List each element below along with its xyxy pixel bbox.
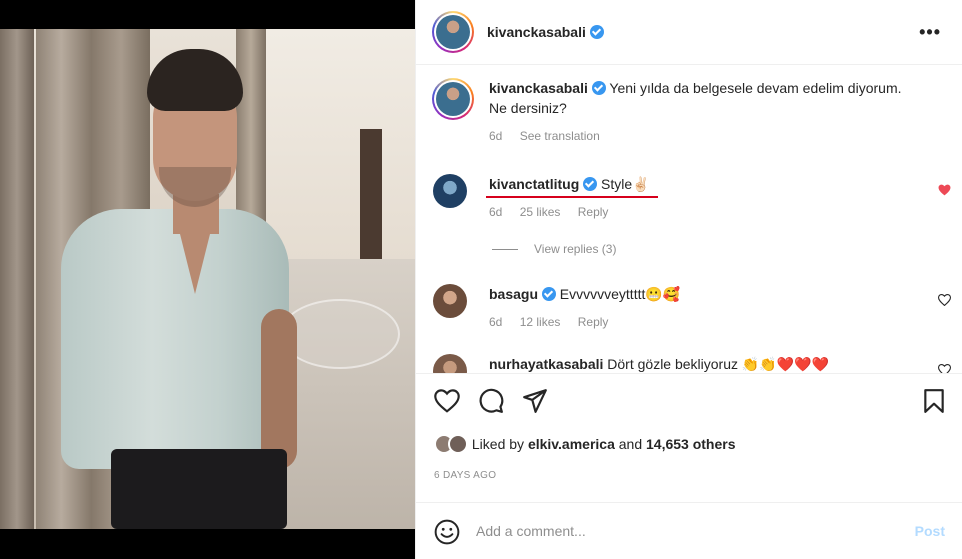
comment-username[interactable]: nurhayatkasabali bbox=[489, 356, 603, 372]
likes-count[interactable]: 14,653 others bbox=[646, 436, 736, 452]
verified-badge-icon bbox=[591, 81, 606, 95]
comment-meta: 6d 25 likes Reply bbox=[489, 202, 909, 222]
comment-body: basagu Evvvvvveyttttt😬🥰 6d 12 likes Repl… bbox=[489, 284, 909, 332]
liker-username[interactable]: elkiv.america bbox=[528, 436, 615, 452]
caption-body: kivanckasabali Yeni yılda da belgesele d… bbox=[489, 78, 909, 146]
reply-button[interactable]: Reply bbox=[578, 205, 609, 219]
more-options-icon[interactable]: ••• bbox=[919, 22, 941, 43]
liked-heart-icon[interactable] bbox=[938, 184, 951, 196]
marble-pillar bbox=[0, 29, 34, 529]
liked-by-prefix: Liked by bbox=[471, 436, 528, 452]
caption-username[interactable]: kivanckasabali bbox=[489, 80, 588, 96]
comment-text: Evvvvvveyttttt😬🥰 bbox=[559, 286, 681, 302]
liked-by-middle: and bbox=[614, 436, 646, 452]
like-heart-icon[interactable] bbox=[434, 388, 460, 414]
comment-input[interactable] bbox=[476, 519, 876, 543]
likes-summary: Liked by elkiv.america and 14,653 others bbox=[434, 434, 736, 454]
see-translation-link[interactable]: See translation bbox=[520, 129, 600, 143]
highlight-underline bbox=[486, 196, 658, 198]
commenter-avatar[interactable] bbox=[433, 174, 467, 208]
author-username[interactable]: kivanckasabali bbox=[487, 24, 586, 40]
comments-list[interactable]: kivanckasabali Yeni yılda da belgesele d… bbox=[416, 66, 962, 374]
post-photo[interactable] bbox=[0, 0, 415, 559]
emoji-smiley-icon[interactable] bbox=[434, 519, 460, 545]
liker-avatar[interactable] bbox=[448, 434, 468, 454]
verified-badge-icon bbox=[583, 177, 598, 191]
arm bbox=[261, 309, 297, 469]
comment-body: nurhayatkasabali Dört gözle bekliyoruz 👏… bbox=[489, 354, 909, 373]
like-heart-icon[interactable] bbox=[938, 364, 951, 374]
share-send-icon[interactable] bbox=[522, 388, 548, 414]
hair bbox=[147, 49, 243, 111]
comment-age[interactable]: 6d bbox=[489, 205, 502, 219]
comment-likes[interactable]: 12 likes bbox=[520, 315, 561, 329]
verified-badge-icon bbox=[590, 25, 605, 39]
comment-text: Style✌🏻 bbox=[601, 176, 650, 192]
shirt bbox=[61, 209, 289, 469]
author-avatar[interactable] bbox=[432, 78, 474, 120]
view-replies-button[interactable]: View replies (3) bbox=[492, 242, 616, 256]
comment-text: Dört gözle bekliyoruz 👏👏❤️❤️❤️ bbox=[607, 356, 830, 372]
verified-badge-icon bbox=[541, 287, 556, 301]
comment-meta: 6d 12 likes Reply bbox=[489, 312, 909, 332]
comment-likes[interactable]: 25 likes bbox=[520, 205, 561, 219]
post-date[interactable]: 6 DAYS AGO bbox=[434, 470, 496, 481]
post-comment-button[interactable]: Post bbox=[915, 523, 945, 539]
save-bookmark-icon[interactable] bbox=[921, 388, 947, 414]
post-details-panel: kivanckasabali ••• kivanckasabali Yeni y… bbox=[415, 0, 962, 559]
comment-age[interactable]: 6d bbox=[489, 315, 502, 329]
glass-table bbox=[280, 299, 400, 369]
commenter-avatar[interactable] bbox=[433, 354, 467, 373]
comment-username[interactable]: basagu bbox=[489, 286, 538, 302]
man-figure bbox=[55, 49, 297, 529]
like-heart-icon[interactable] bbox=[938, 294, 951, 306]
replies-line bbox=[492, 249, 518, 251]
author-avatar[interactable] bbox=[432, 11, 474, 53]
background-post bbox=[360, 129, 382, 279]
comment-body: kivanctatlitug Style✌🏻 6d 25 likes Reply bbox=[489, 174, 909, 222]
author-name-row: kivanckasabali bbox=[487, 24, 605, 42]
caption-age[interactable]: 6d bbox=[489, 129, 502, 143]
commenter-avatar[interactable] bbox=[433, 284, 467, 318]
post-actions bbox=[416, 375, 962, 425]
beard bbox=[159, 167, 231, 207]
post-header: kivanckasabali ••• bbox=[416, 0, 962, 65]
reply-button[interactable]: Reply bbox=[578, 315, 609, 329]
post-image bbox=[0, 29, 415, 529]
comment-bubble-icon[interactable] bbox=[478, 388, 504, 414]
pants bbox=[111, 449, 287, 529]
comment-username[interactable]: kivanctatlitug bbox=[489, 176, 579, 192]
caption-meta: 6d See translation bbox=[489, 126, 909, 146]
view-replies-label: View replies (3) bbox=[534, 242, 617, 256]
add-comment-bar: Post bbox=[416, 502, 962, 559]
